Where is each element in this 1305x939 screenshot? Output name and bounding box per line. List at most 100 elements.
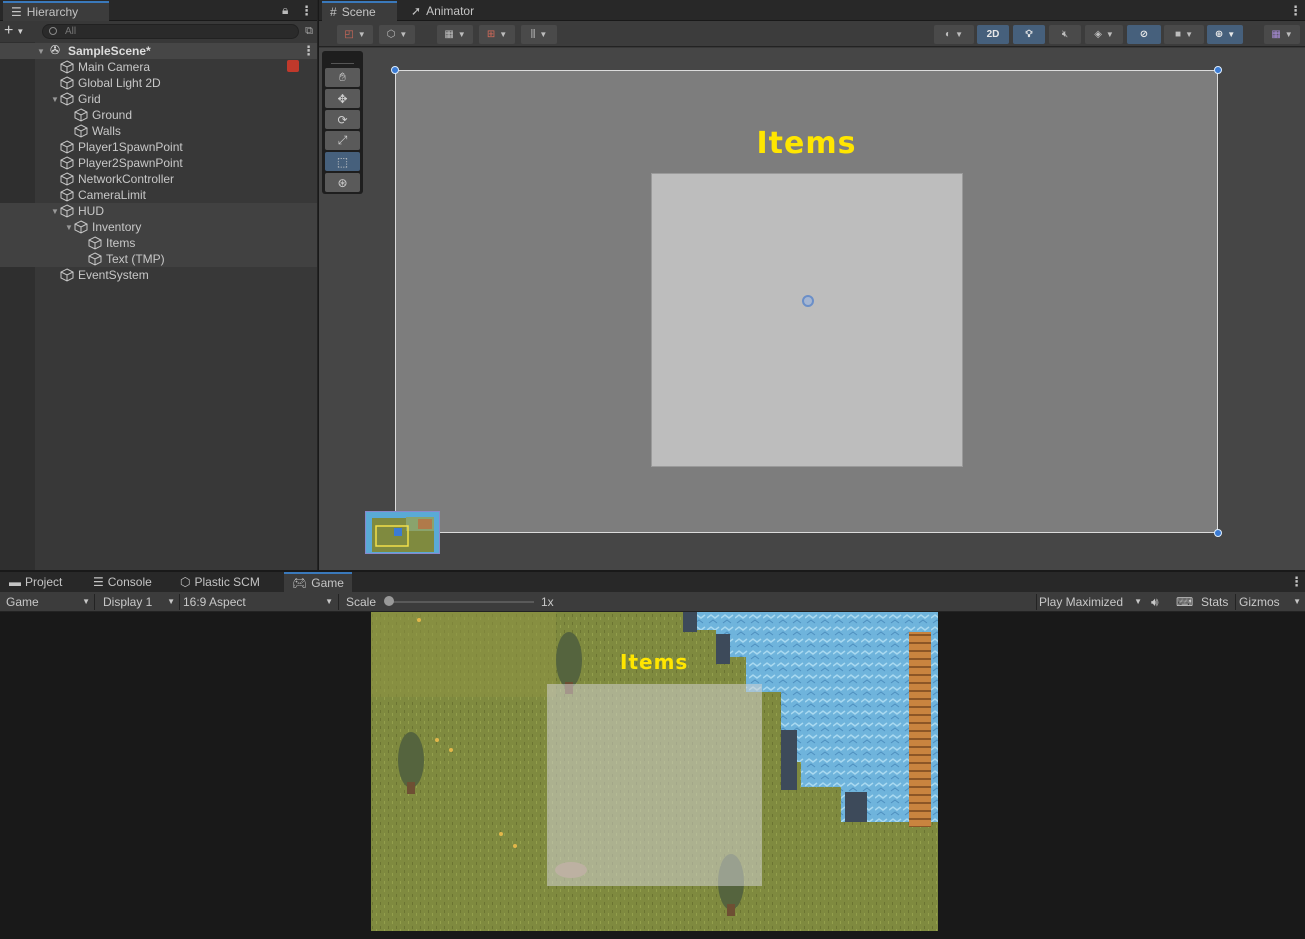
hierarchy-item-label: Grid [78,92,101,106]
hierarchy-item-grid[interactable]: ▼ Grid [0,91,317,107]
chevron-down-icon: ▼ [499,30,508,39]
expand-arrow-icon[interactable]: ▼ [64,223,74,232]
display-select[interactable]: Display 1 ▼ [103,592,177,612]
tab-game[interactable]: 🎮︎ Game [284,572,352,592]
hierarchy-item-ground[interactable]: Ground [0,107,317,123]
shading-dropdown[interactable]: ◐ ▼ [934,25,974,44]
mute-audio-toggle[interactable]: 🔊︎ [1151,592,1159,612]
tab-scene[interactable]: # Scene [322,1,397,21]
game-view[interactable]: Items [0,612,1305,939]
snap-icon: ⊞ [486,29,496,40]
snap-increment-dropdown[interactable]: ⊞ ▼ [479,25,515,44]
items-title-text[interactable]: Items [396,126,1217,161]
hierarchy-item-player2spawnpoint[interactable]: Player2SpawnPoint [0,155,317,171]
search-options-icon[interactable]: ⧉ [305,25,313,38]
layers-icon: ◈ [1094,29,1102,40]
hierarchy-item-text-tmp[interactable]: Text (TMP) [0,251,317,267]
hand-tool-button[interactable]: ✋︎ [325,68,360,87]
scale-slider-thumb[interactable] [384,596,394,606]
tab-project[interactable]: ▬ Project [9,572,62,592]
effects-dropdown[interactable]: ◈ ▼ [1085,25,1123,44]
gameobject-cube-icon [60,140,74,154]
game-inventory-panel[interactable] [547,684,762,886]
tab-plastic-scm[interactable]: ⬡ Plastic SCM [180,572,260,592]
scene-root-row[interactable]: ▼ ✇ SampleScene* ⋮ [0,43,317,59]
expand-arrow-icon[interactable]: ▼ [50,207,60,216]
scene-name: SampleScene* [68,44,151,58]
hierarchy-item-label: Walls [92,124,121,138]
pivot-handle[interactable] [802,295,814,307]
search-input[interactable]: All [42,23,300,39]
scene-panel: # Scene ➚ Animator ⋮ ◰ ▼ ⬡ ▼ ▦ ▼ ⊞ ▼ ⫼ ▼ ◐ ▼ 2… [319,0,1305,570]
visibility-toggle[interactable]: ⊘ [1127,25,1161,44]
hierarchy-item-eventsystem[interactable]: EventSystem [0,267,317,283]
hierarchy-item-label: EventSystem [78,268,149,282]
hierarchy-item-player1spawnpoint[interactable]: Player1SpawnPoint [0,139,317,155]
rotate-tool-button[interactable]: ⟳ [325,110,360,129]
rect-tool-button[interactable]: ⬚ [325,152,360,171]
palette-grip[interactable] [331,54,354,64]
audio-toggle[interactable]: 🔇︎ [1049,25,1081,44]
view-select[interactable]: Game ▼ [6,592,92,612]
overlay-dropdown[interactable]: ▦ ▼ [1264,25,1300,44]
world-preview-image [366,512,439,553]
gameobject-cube-icon [60,76,74,90]
add-button[interactable]: + ▼ [4,22,36,40]
hierarchy-item-networkcontroller[interactable]: NetworkController [0,171,317,187]
list-icon: ☰ [11,5,22,19]
hierarchy-item-cameralimit[interactable]: CameraLimit [0,187,317,203]
gizmos-dropdown[interactable]: ⊕ ▼ [1207,25,1243,44]
rect-handle-top-left[interactable] [391,66,399,74]
tab-console[interactable]: ☰ Console [93,572,152,592]
separator [1235,594,1236,610]
gizmos-dropdown[interactable]: Gizmos ▼ [1239,592,1303,612]
hierarchy-item-hud[interactable]: ▼ HUD [0,203,317,219]
rect-handle-bottom-right[interactable] [1214,529,1222,537]
play-mode-select[interactable]: Play Maximized ▼ [1039,592,1143,612]
shortcuts-toggle[interactable]: ⌨︎ [1176,592,1193,612]
stats-toggle[interactable]: Stats [1201,592,1228,612]
hierarchy-item-items[interactable]: Items [0,235,317,251]
scene-more-icon[interactable]: ⋮ [302,43,315,59]
move-tool-button[interactable]: ✥ [325,89,360,108]
scene-more-icon[interactable]: ⋮ [1289,3,1302,19]
camera-dropdown[interactable]: ■ ▼ [1164,25,1204,44]
scale-tool-button[interactable]: ⤢ [325,131,360,150]
folder-icon: ▬ [9,575,21,589]
expand-arrow-icon[interactable]: ▼ [50,95,60,104]
tab-hierarchy[interactable]: ☰ Hierarchy [3,1,109,21]
world-minimap[interactable] [365,511,440,554]
tool-handle-dropdown[interactable]: ◰ ▼ [337,25,373,44]
tab-animator[interactable]: ➚ Animator [403,1,482,21]
canvas-rect[interactable]: Items [395,70,1218,533]
chevron-down-icon: ▼ [1185,30,1193,39]
game-render[interactable]: Items [371,612,938,931]
chevron-down-icon: ▼ [539,30,548,39]
camera-event-icon [287,60,299,72]
globe-icon: ⊕ [1214,29,1224,40]
rect-handle-top-right[interactable] [1214,66,1222,74]
gamepad-icon: 🎮︎ [292,576,308,590]
ruler-dropdown[interactable]: ⫼ ▼ [521,25,557,44]
transform-tool-button[interactable]: ⊛ [325,173,360,192]
mode-2d-toggle[interactable]: 2D [977,25,1009,44]
chevron-down-icon: ▼ [325,597,333,606]
lighting-toggle[interactable]: 💡︎ [1013,25,1045,44]
hierarchy-item-global-light-2d[interactable]: Global Light 2D [0,75,317,91]
scale-slider[interactable] [384,592,534,612]
scene-viewport[interactable]: Items ✋︎ ✥ ⟳ ⤢ ⬚ ⊛ [319,48,1305,570]
expand-arrow-icon[interactable]: ▼ [36,47,46,56]
aspect-select[interactable]: 16:9 Aspect ▼ [183,592,335,612]
hierarchy-item-inventory[interactable]: ▼ Inventory [0,219,317,235]
more-icon[interactable]: ⋮ [300,3,313,19]
grid-snap-dropdown[interactable]: ▦ ▼ [437,25,473,44]
lock-icon[interactable]: 🔒︎ [282,3,288,18]
bottom-more-icon[interactable]: ⋮ [1290,574,1303,590]
inventory-panel[interactable] [651,173,963,467]
scale-slider-track [390,601,534,603]
rect-icon: ⬚ [336,154,349,169]
hand-icon: ✋︎ [339,70,346,84]
hierarchy-item-walls[interactable]: Walls [0,123,317,139]
gizmo-dropdown[interactable]: ⬡ ▼ [379,25,415,44]
hierarchy-item-main-camera[interactable]: Main Camera [0,59,317,75]
